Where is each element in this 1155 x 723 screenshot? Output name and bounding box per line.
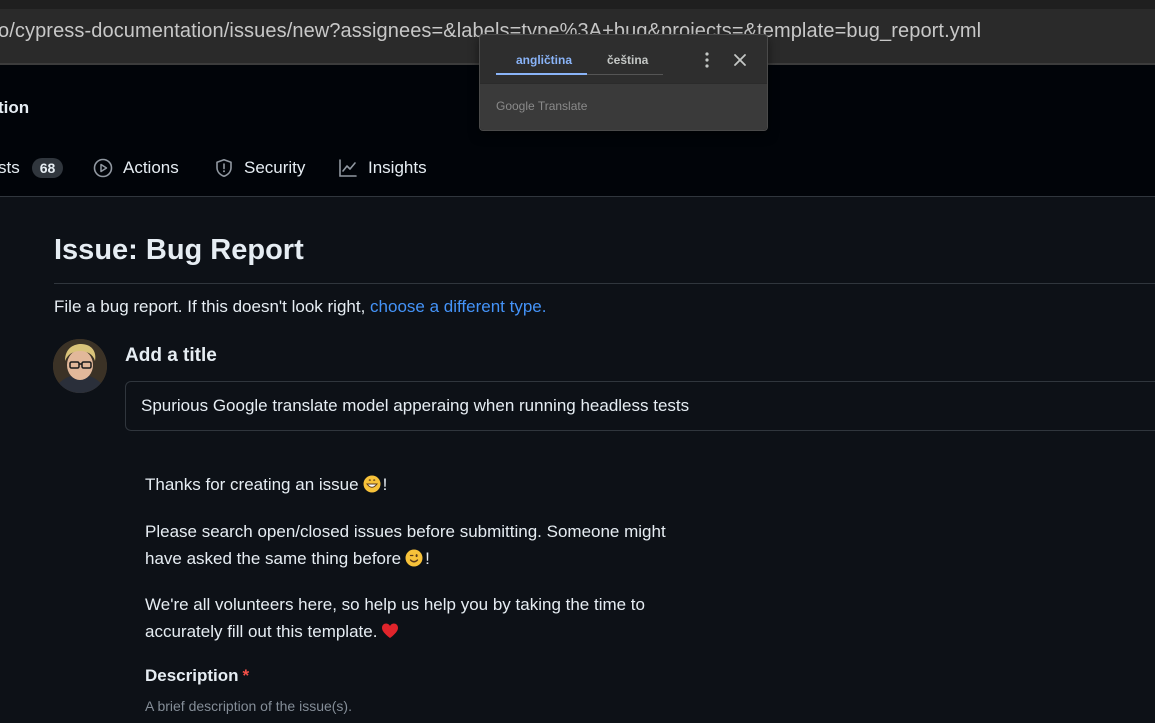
- tab-actions[interactable]: Actions: [93, 153, 179, 183]
- close-icon[interactable]: [731, 49, 749, 71]
- tab-label: sts: [0, 158, 20, 177]
- tab-label: Actions: [123, 158, 179, 177]
- translate-tab-english[interactable]: angličtina: [516, 53, 572, 67]
- google-translate-logo: Google Translate: [496, 99, 587, 113]
- tab-label: Security: [244, 158, 306, 177]
- brand-google: Google: [496, 99, 535, 113]
- body-paragraph: We're all volunteers here, so help us he…: [145, 591, 685, 645]
- tab-divider: [587, 74, 663, 75]
- repo-name[interactable]: tion: [0, 98, 29, 118]
- tab-pull-requests[interactable]: sts 68: [0, 153, 64, 183]
- paragraph-suffix: !: [425, 549, 430, 568]
- subtitle-text: File a bug report. If this doesn't look …: [54, 297, 366, 316]
- tab-label: Insights: [368, 158, 427, 177]
- google-translate-popup: angličtina čeština Google Translate: [479, 34, 768, 131]
- avatar[interactable]: [53, 339, 107, 393]
- choose-different-type-link[interactable]: choose a different type.: [370, 297, 546, 316]
- translate-tab-czech[interactable]: čeština: [607, 53, 648, 67]
- translate-footer: Google Translate: [480, 84, 767, 130]
- add-title-label: Add a title: [125, 345, 217, 366]
- description-label: Description *: [145, 666, 249, 686]
- issue-title-input[interactable]: [125, 381, 1155, 431]
- translate-tab-bar: angličtina čeština: [480, 35, 767, 83]
- tab-insights[interactable]: Insights: [338, 153, 427, 183]
- red-heart-emoji-icon: [382, 623, 399, 638]
- paragraph-suffix: !: [382, 475, 388, 494]
- description-hint: A brief description of the issue(s).: [145, 698, 352, 714]
- user-avatar-image: [53, 339, 107, 393]
- counter-badge: 68: [31, 158, 64, 178]
- shield-icon: [216, 159, 232, 177]
- required-asterisk: *: [242, 666, 250, 685]
- play-circle-icon: [93, 158, 113, 178]
- graph-icon: [339, 159, 357, 177]
- body-paragraph: Thanks for creating an issue !: [145, 471, 685, 498]
- active-tab-indicator: [496, 73, 587, 75]
- paragraph-text: Thanks for creating an issue: [145, 475, 359, 494]
- grinning-face-emoji-icon: [363, 475, 381, 493]
- winking-face-emoji-icon: [405, 549, 423, 567]
- template-subtitle: File a bug report. If this doesn't look …: [54, 297, 546, 317]
- browser-tab-strip: [0, 0, 1155, 9]
- description-label-text: Description: [145, 666, 239, 685]
- tab-security[interactable]: Security: [214, 153, 305, 183]
- body-paragraph: Please search open/closed issues before …: [145, 518, 685, 572]
- more-options-icon[interactable]: [700, 49, 714, 71]
- page-title: Issue: Bug Report: [54, 234, 304, 266]
- divider: [54, 283, 1155, 284]
- brand-translate: Translate: [537, 99, 588, 113]
